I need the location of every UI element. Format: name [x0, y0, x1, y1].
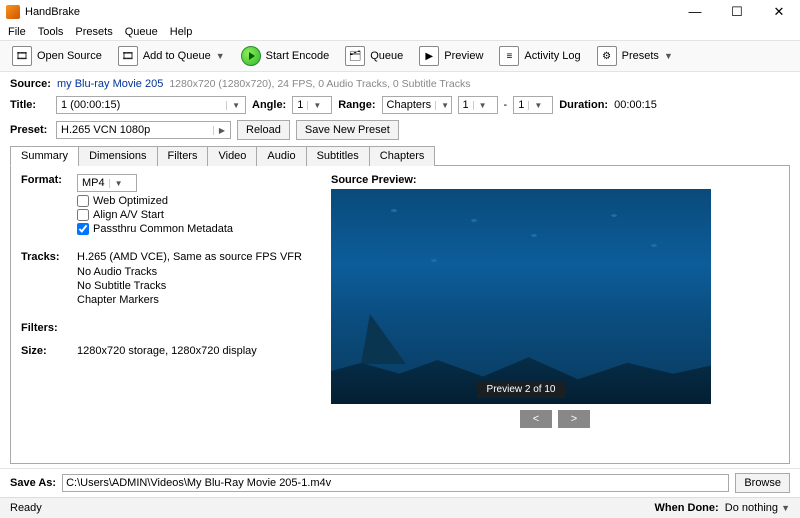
- preview-image: Preview 2 of 10: [331, 189, 711, 404]
- track-line: No Subtitle Tracks: [77, 280, 311, 292]
- track-line: Chapter Markers: [77, 294, 311, 306]
- titlebar: HandBrake — ☐ ✕: [0, 0, 800, 24]
- tab-chapters[interactable]: Chapters: [369, 146, 436, 166]
- format-select[interactable]: MP4▼: [77, 174, 137, 192]
- passthru-checkbox[interactable]: Passthru Common Metadata: [77, 223, 311, 235]
- preset-select[interactable]: H.265 VCN 1080p▶: [56, 121, 231, 139]
- menu-queue[interactable]: Queue: [125, 26, 158, 38]
- track-line: No Audio Tracks: [77, 266, 311, 278]
- save-as-label: Save As:: [10, 477, 56, 489]
- align-av-checkbox[interactable]: Align A/V Start: [77, 209, 311, 221]
- gear-icon: ⚙: [597, 46, 617, 66]
- menu-tools[interactable]: Tools: [38, 26, 64, 38]
- minimize-button[interactable]: —: [680, 4, 710, 20]
- add-to-queue-button[interactable]: 🎞Add to Queue▼: [112, 44, 231, 68]
- range-to-select[interactable]: 1▼: [513, 96, 553, 114]
- preview-next-button[interactable]: >: [558, 410, 590, 428]
- menu-file[interactable]: File: [8, 26, 26, 38]
- range-dash: -: [504, 99, 508, 111]
- log-icon: ≡: [499, 46, 519, 66]
- tab-summary[interactable]: Summary: [10, 146, 79, 166]
- menu-help[interactable]: Help: [170, 26, 193, 38]
- browse-button[interactable]: Browse: [735, 473, 790, 493]
- angle-select[interactable]: 1▼: [292, 96, 332, 114]
- angle-label: Angle:: [252, 99, 286, 111]
- range-type-select[interactable]: Chapters▼: [382, 96, 452, 114]
- menu-presets[interactable]: Presets: [75, 26, 112, 38]
- when-done-select[interactable]: Do nothing ▼: [725, 502, 790, 514]
- track-line: H.265 (AMD VCE), Same as source FPS VFR: [77, 251, 302, 263]
- tab-filters[interactable]: Filters: [157, 146, 209, 166]
- app-title: HandBrake: [25, 6, 680, 18]
- reload-button[interactable]: Reload: [237, 120, 290, 140]
- preview-overlay: Preview 2 of 10: [477, 381, 566, 398]
- maximize-button[interactable]: ☐: [722, 4, 752, 20]
- presets-button[interactable]: ⚙Presets▼: [591, 44, 679, 68]
- duration-value: 00:00:15: [614, 99, 657, 111]
- tab-video[interactable]: Video: [207, 146, 257, 166]
- tab-audio[interactable]: Audio: [256, 146, 306, 166]
- source-preview-label: Source Preview:: [331, 174, 779, 186]
- preview-button[interactable]: ▶Preview: [413, 44, 489, 68]
- title-label: Title:: [10, 99, 50, 111]
- duration-label: Duration:: [559, 99, 608, 111]
- source-info: 1280x720 (1280x720), 24 FPS, 0 Audio Tra…: [169, 78, 470, 90]
- app-icon: [6, 5, 20, 19]
- film-icon: 🎞: [12, 46, 32, 66]
- tab-subtitles[interactable]: Subtitles: [306, 146, 370, 166]
- chevron-down-icon: ▼: [664, 51, 673, 61]
- tabs: Summary Dimensions Filters Video Audio S…: [10, 146, 790, 166]
- range-label: Range:: [338, 99, 375, 111]
- source-name: my Blu-ray Movie 205: [57, 78, 163, 90]
- queue-icon: 🗂: [345, 46, 365, 66]
- web-optimized-checkbox[interactable]: Web Optimized: [77, 195, 311, 207]
- preset-label: Preset:: [10, 124, 50, 136]
- tracks-label: Tracks:: [21, 251, 77, 263]
- format-label: Format:: [21, 174, 77, 192]
- range-from-select[interactable]: 1▼: [458, 96, 498, 114]
- play-icon: [241, 46, 261, 66]
- tab-dimensions[interactable]: Dimensions: [78, 146, 157, 166]
- open-source-button[interactable]: 🎞Open Source: [6, 44, 108, 68]
- preview-icon: ▶: [419, 46, 439, 66]
- size-label: Size:: [21, 345, 77, 357]
- close-button[interactable]: ✕: [764, 4, 794, 20]
- statusbar: Ready When Done: Do nothing ▼: [0, 497, 800, 518]
- add-queue-icon: 🎞: [118, 46, 138, 66]
- menubar: File Tools Presets Queue Help: [0, 24, 800, 41]
- summary-panel: Format: MP4▼ Web Optimized Align A/V Sta…: [10, 166, 790, 464]
- source-label: Source:: [10, 78, 51, 90]
- toolbar: 🎞Open Source 🎞Add to Queue▼ Start Encode…: [0, 41, 800, 72]
- preview-prev-button[interactable]: <: [520, 410, 552, 428]
- save-new-preset-button[interactable]: Save New Preset: [296, 120, 399, 140]
- filters-label: Filters:: [21, 322, 77, 334]
- activity-log-button[interactable]: ≡Activity Log: [493, 44, 586, 68]
- start-encode-button[interactable]: Start Encode: [235, 44, 336, 68]
- queue-button[interactable]: 🗂Queue: [339, 44, 409, 68]
- chevron-down-icon: ▼: [216, 51, 225, 61]
- when-done-label: When Done:: [655, 502, 719, 514]
- title-select[interactable]: 1 (00:00:15)▼: [56, 96, 246, 114]
- status-text: Ready: [10, 502, 42, 514]
- save-path-input[interactable]: [62, 474, 729, 492]
- size-value: 1280x720 storage, 1280x720 display: [77, 345, 257, 357]
